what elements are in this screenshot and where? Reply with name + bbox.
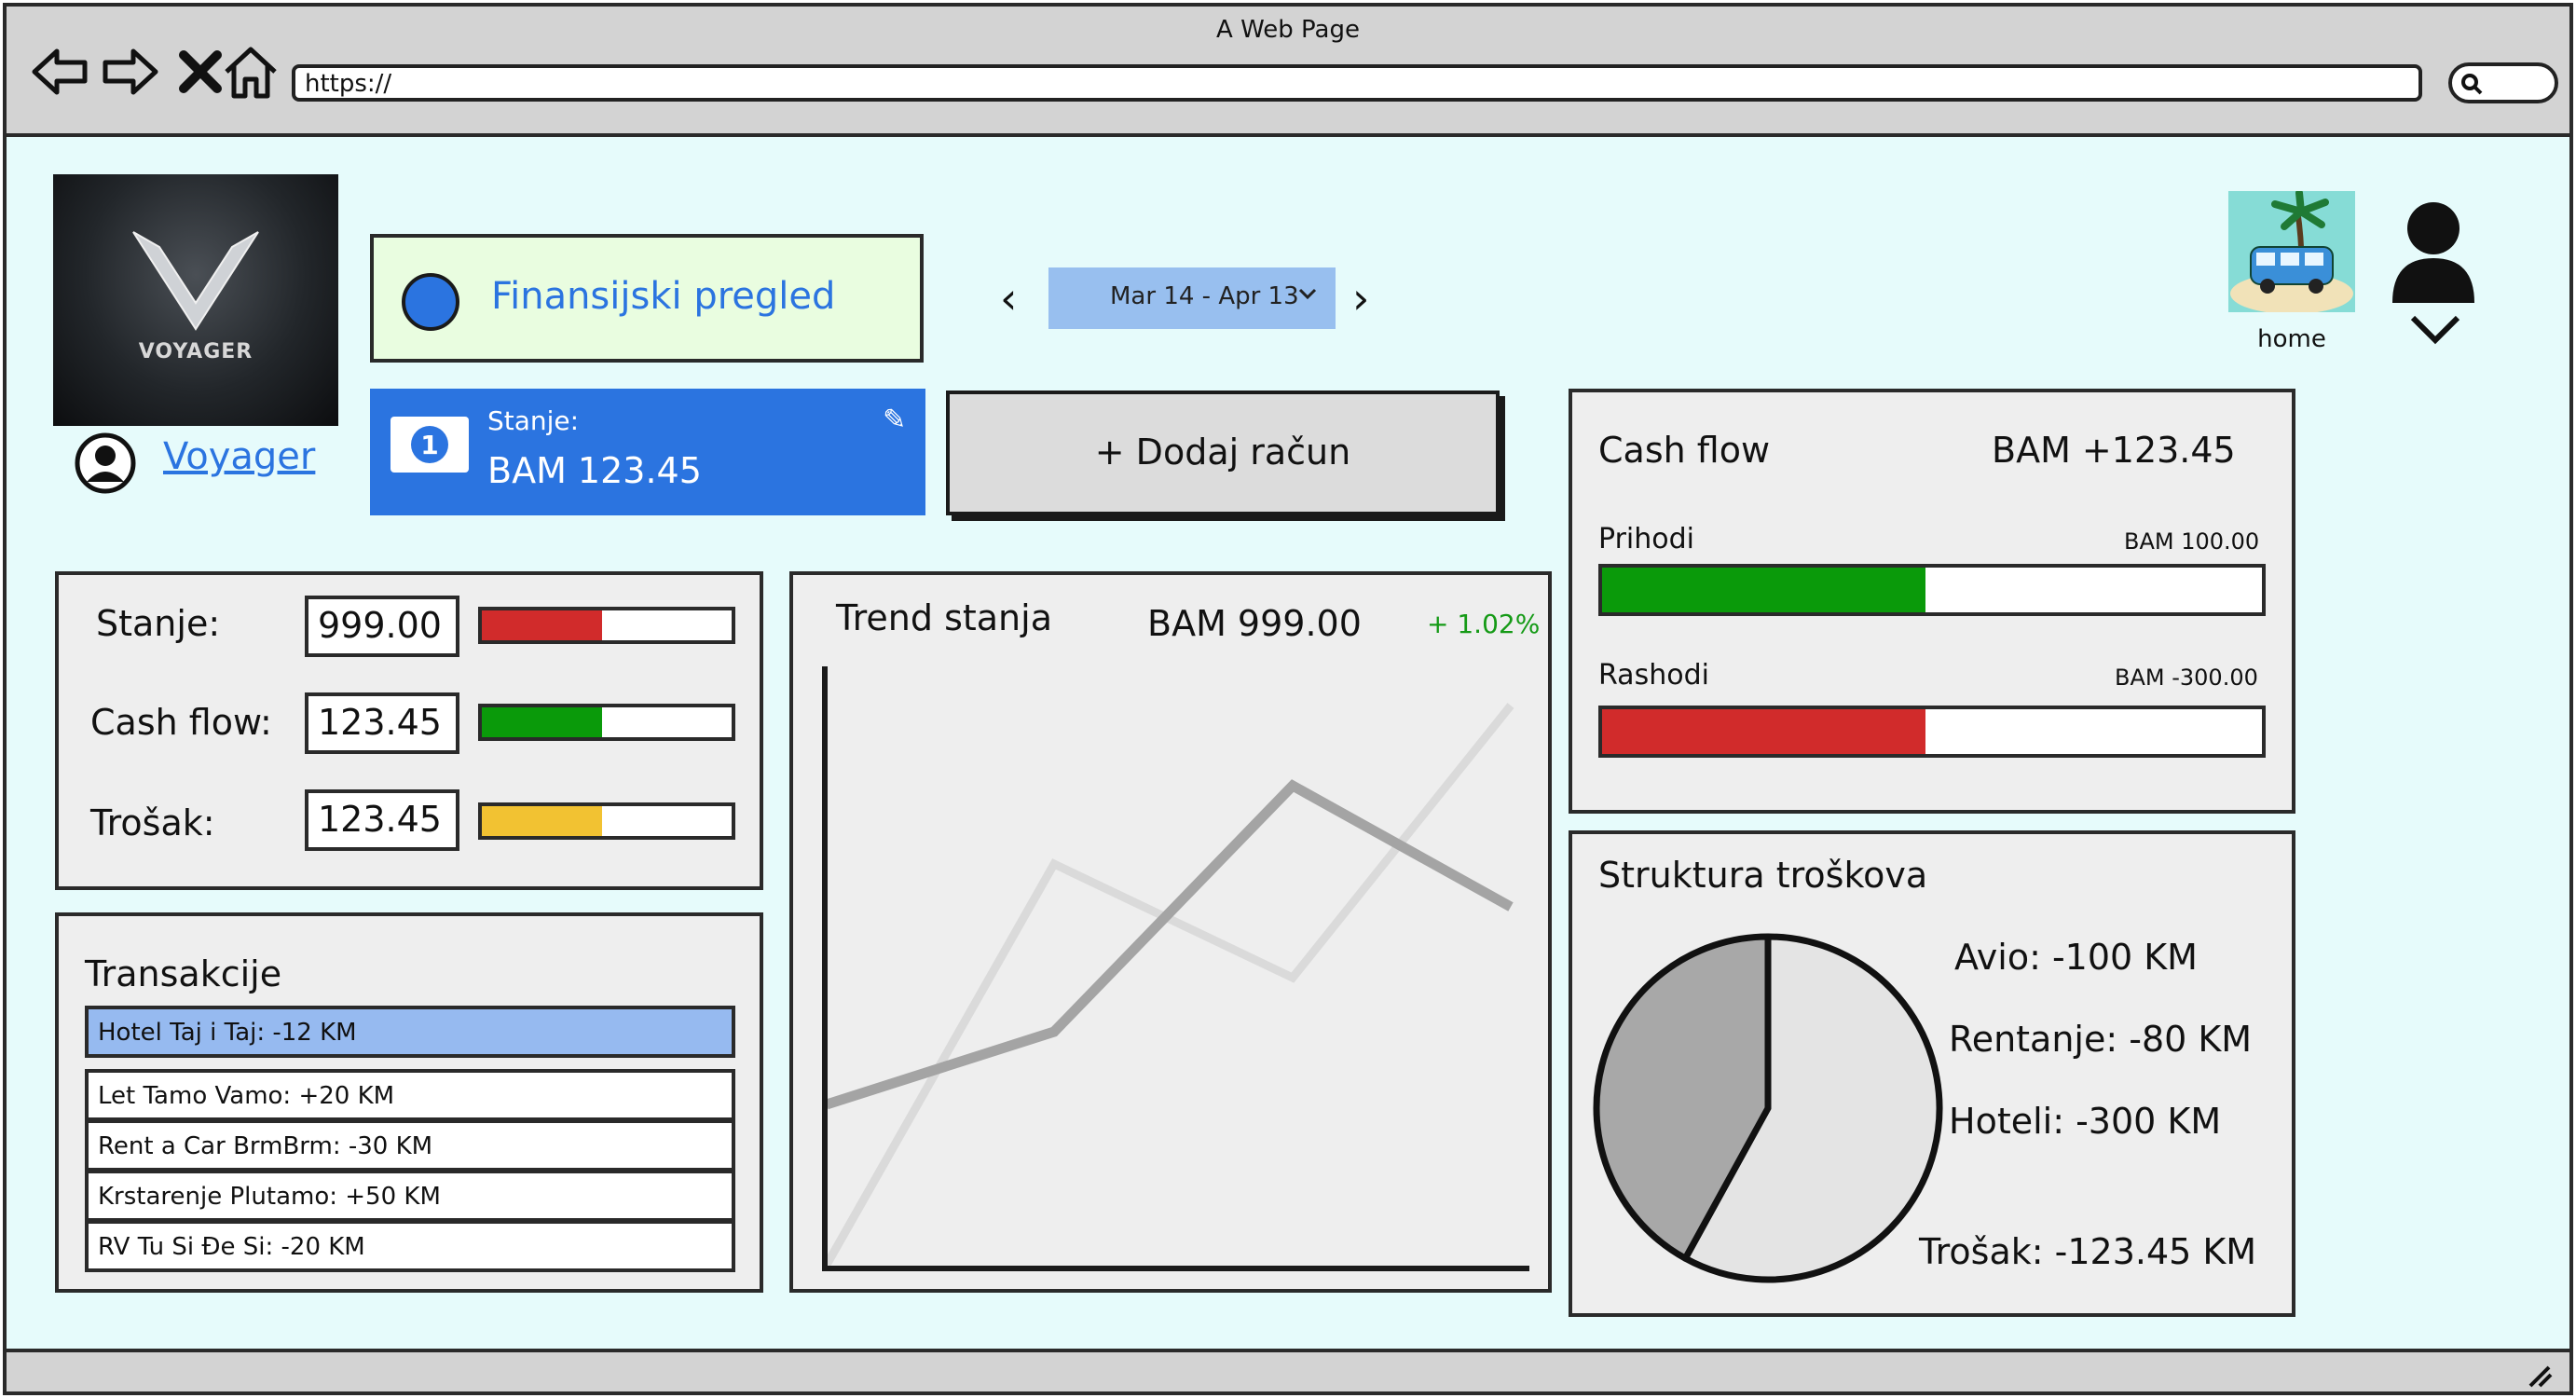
- logo-v-mark: [132, 231, 259, 331]
- browser-search-field[interactable]: [2448, 62, 2558, 103]
- browser-statusbar: [7, 1349, 2569, 1391]
- trend-chart: [822, 666, 1529, 1271]
- cashflow-panel: Cash flow BAM +123.45 Prihodi BAM 100.00…: [1569, 389, 2295, 814]
- home-label: home: [2257, 325, 2326, 353]
- cashflow-title: Cash flow: [1598, 430, 1771, 471]
- cost-item-rent: Rentanje: -80 KM: [1949, 1019, 2253, 1060]
- date-range-dropdown[interactable]: Mar 14 - Apr 13: [1048, 267, 1336, 329]
- trend-title: Trend stanja: [836, 597, 1052, 638]
- stat-value-cashflow: 123.45: [305, 692, 459, 754]
- user-profile-icon[interactable]: [2389, 200, 2478, 303]
- home-thumbnail[interactable]: [2228, 191, 2355, 312]
- back-arrow-icon[interactable]: [31, 42, 90, 102]
- income-label: Prihodi: [1598, 523, 1694, 555]
- logo-text: VOYAGER: [138, 340, 253, 363]
- profile-chevron-down-icon[interactable]: [2407, 310, 2463, 348]
- stats-panel: Stanje: 999.00 Cash flow: 123.45 Trošak:…: [55, 571, 763, 890]
- transaction-row-selected[interactable]: Hotel Taj i Taj: -12 KM: [85, 1006, 735, 1058]
- trend-faint-line: [823, 703, 1514, 1268]
- balance-trend-panel: Trend stanja BAM 999.00 + 1.02%: [789, 571, 1552, 1293]
- expense-bar: [1598, 706, 2266, 758]
- balance-card-value: BAM 123.45: [487, 450, 702, 491]
- cost-item-hotels: Hoteli: -300 KM: [1949, 1101, 2222, 1142]
- van-beach-icon: [2228, 191, 2355, 312]
- forward-arrow-icon[interactable]: [100, 42, 159, 102]
- cost-structure-title: Struktura troškova: [1598, 855, 1928, 896]
- stat-bar-cashflow: [478, 704, 735, 741]
- url-bar[interactable]: https://: [292, 64, 2422, 102]
- banknote-icon: 1: [391, 417, 469, 473]
- expense-amount: BAM -300.00: [2115, 665, 2258, 691]
- trend-change-badge: + 1.02%: [1427, 609, 1541, 639]
- pencil-icon[interactable]: ✎: [883, 404, 906, 436]
- add-bill-button[interactable]: + Dodaj račun: [946, 391, 1500, 515]
- stat-value-balance: 999.00: [305, 596, 459, 657]
- balance-card[interactable]: 1 Stanje: BAM 123.45 ✎: [370, 389, 925, 515]
- income-amount: BAM 100.00: [2124, 528, 2260, 555]
- transaction-row[interactable]: Krstarenje Plutamo: +50 KM: [85, 1170, 735, 1222]
- transaction-row[interactable]: RV Tu Si Đe Si: -20 KM: [85, 1220, 735, 1272]
- transaction-row[interactable]: Let Tamo Vamo: +20 KM: [85, 1069, 735, 1121]
- date-next-chevron-icon[interactable]: ›: [1352, 273, 1369, 323]
- balance-card-label: Stanje:: [487, 405, 580, 436]
- cost-total: Trošak: -123.45 KM: [1919, 1231, 2257, 1272]
- stat-bar-balance: [478, 607, 735, 644]
- transaction-row[interactable]: Rent a Car BrmBrm: -30 KM: [85, 1119, 735, 1172]
- trend-axes: [822, 666, 1529, 1271]
- browser-title: A Web Page: [1216, 16, 1360, 44]
- voyager-logo: VOYAGER: [53, 174, 338, 426]
- browser-window: A Web Page https:// VOYAGER Voyager Fina…: [3, 3, 2573, 1395]
- status-dot-icon: [402, 273, 459, 331]
- stat-label-cashflow: Cash flow:: [90, 702, 272, 743]
- cashflow-total: BAM +123.45: [1992, 430, 2236, 471]
- search-icon: [2461, 74, 2483, 95]
- transactions-panel: Transakcije Hotel Taj i Taj: -12 KM Let …: [55, 912, 763, 1293]
- username-link[interactable]: Voyager: [163, 435, 315, 478]
- income-bar: [1598, 564, 2266, 616]
- cost-pie-chart: [1593, 933, 1943, 1283]
- stat-bar-cost: [478, 802, 735, 840]
- stat-label-balance: Stanje:: [96, 603, 221, 644]
- cost-structure-panel: Struktura troškova Avio: -100 KM Rentanj…: [1569, 830, 2295, 1317]
- trend-value: BAM 999.00: [1147, 603, 1362, 644]
- resize-grip-icon[interactable]: [2525, 1364, 2553, 1388]
- stat-value-cost: 123.45: [305, 789, 459, 851]
- chevron-down-icon[interactable]: [1296, 286, 1319, 301]
- overview-panel[interactable]: Finansijski pregled: [370, 234, 924, 363]
- cost-item-avio: Avio: -100 KM: [1954, 937, 2198, 978]
- date-prev-chevron-icon[interactable]: ‹: [1000, 273, 1017, 323]
- stat-label-cost: Trošak:: [90, 802, 215, 843]
- user-avatar-icon[interactable]: [74, 432, 137, 495]
- svg-text:1: 1: [420, 430, 438, 460]
- browser-titlebar: A Web Page https://: [7, 7, 2569, 137]
- overview-label: Finansijski pregled: [491, 275, 836, 318]
- home-nav-icon[interactable]: [221, 42, 281, 102]
- transactions-title: Transakcije: [85, 953, 282, 994]
- expense-label: Rashodi: [1598, 659, 1709, 692]
